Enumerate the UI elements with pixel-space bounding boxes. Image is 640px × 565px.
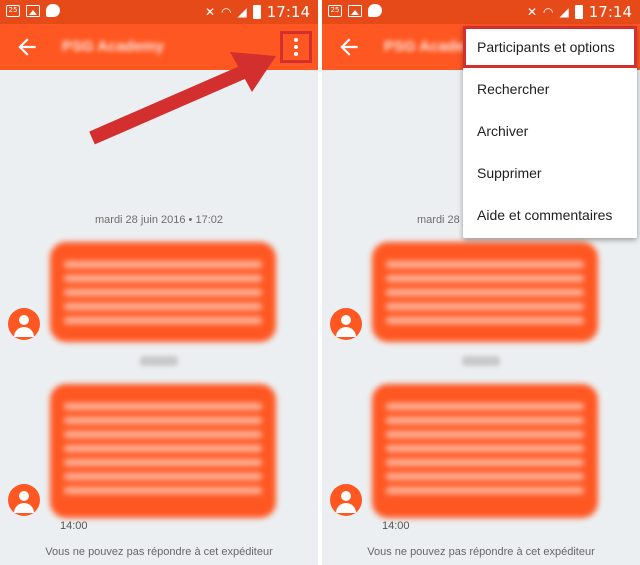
menu-item-help-feedback[interactable]: Aide et commentaires [463,194,637,236]
battery-icon [574,5,583,19]
avatar-head [19,491,29,501]
wifi-icon: ◠ [221,5,232,19]
message-time: 14:00 [382,520,410,532]
menu-item-search[interactable]: Rechercher [463,68,637,110]
battery-icon [252,5,261,19]
blurred-text-line [64,303,262,310]
notification-badge-icon: 25 [328,4,342,17]
date-label: mardi 28 juin 2016 • 17:02 [95,214,223,226]
message-time: 14:00 [60,520,88,532]
reply-disabled-note: Vous ne pouvez pas répondre à cet expédi… [367,546,595,558]
notification-badge-icon: 25 [6,4,20,17]
arrow-left-icon[interactable] [336,34,362,60]
avatar-head [19,315,29,325]
message-bubble [372,384,598,518]
blurred-text-line [386,289,584,296]
person-icon [330,484,362,516]
arrow-left-icon[interactable] [14,34,40,60]
overflow-menu: Participants et options Rechercher Archi… [463,26,637,238]
blurred-text-line [386,261,584,268]
blurred-separator [140,356,178,366]
image-notification-icon [348,4,362,17]
blurred-text-line [64,275,262,282]
screenshot-right: 25 ✕ ◠ ◢ 17:14 PSG Academy mardi 28 juin… [322,0,640,565]
avatar-body [336,327,356,337]
blurred-text-line [64,417,262,424]
avatar-body [336,503,356,513]
status-time: 17:14 [266,3,310,21]
status-bar: 25 ✕ ◠ ◢ 17:14 [322,0,640,24]
avatar-body [14,327,34,337]
blurred-separator [462,356,500,366]
mute-icon: ✕ [526,5,538,19]
blurred-text-line [64,487,262,494]
blurred-text-line [64,473,262,480]
blurred-text-line [386,317,584,324]
avatar-head [341,315,351,325]
more-vert-icon[interactable] [280,31,312,63]
reply-disabled-note: Vous ne pouvez pas répondre à cet expédi… [45,546,273,558]
app-bar: PSG Academy [0,24,318,70]
status-time: 17:14 [588,3,632,21]
message-bubble [50,384,276,518]
avatar-head [341,491,351,501]
mute-icon: ✕ [204,5,216,19]
blurred-text-line [64,261,262,268]
signal-icon: ◢ [237,5,247,19]
dot [294,52,298,56]
blurred-text-line [386,431,584,438]
person-icon [8,484,40,516]
image-notification-icon [26,4,40,17]
blurred-text-line [386,303,584,310]
signal-icon: ◢ [559,5,569,19]
person-icon [330,308,362,340]
blurred-text-line [64,289,262,296]
messenger-notification-icon [368,4,382,17]
status-bar: 25 ✕ ◠ ◢ 17:14 [0,0,318,24]
blurred-text-line [386,445,584,452]
menu-item-delete[interactable]: Supprimer [463,152,637,194]
dot [294,38,298,42]
blurred-text-line [386,403,584,410]
blurred-text-line [64,431,262,438]
blurred-text-line [386,417,584,424]
conversation-title: PSG Academy [62,38,164,55]
messenger-notification-icon [46,4,60,17]
dot [294,45,298,49]
person-icon [8,308,40,340]
blurred-text-line [64,403,262,410]
blurred-text-line [64,459,262,466]
blurred-text-line [386,459,584,466]
menu-item-archive[interactable]: Archiver [463,110,637,152]
avatar-body [14,503,34,513]
blurred-text-line [64,445,262,452]
message-bubble [50,242,276,342]
blurred-text-line [64,317,262,324]
blurred-text-line [386,487,584,494]
blurred-text-line [386,275,584,282]
menu-item-participants-options[interactable]: Participants et options [463,26,637,68]
message-bubble [372,242,598,342]
blurred-text-line [386,473,584,480]
screenshot-left: 25 ✕ ◠ ◢ 17:14 PSG Academy mardi 28 juin… [0,0,318,565]
wifi-icon: ◠ [543,5,554,19]
